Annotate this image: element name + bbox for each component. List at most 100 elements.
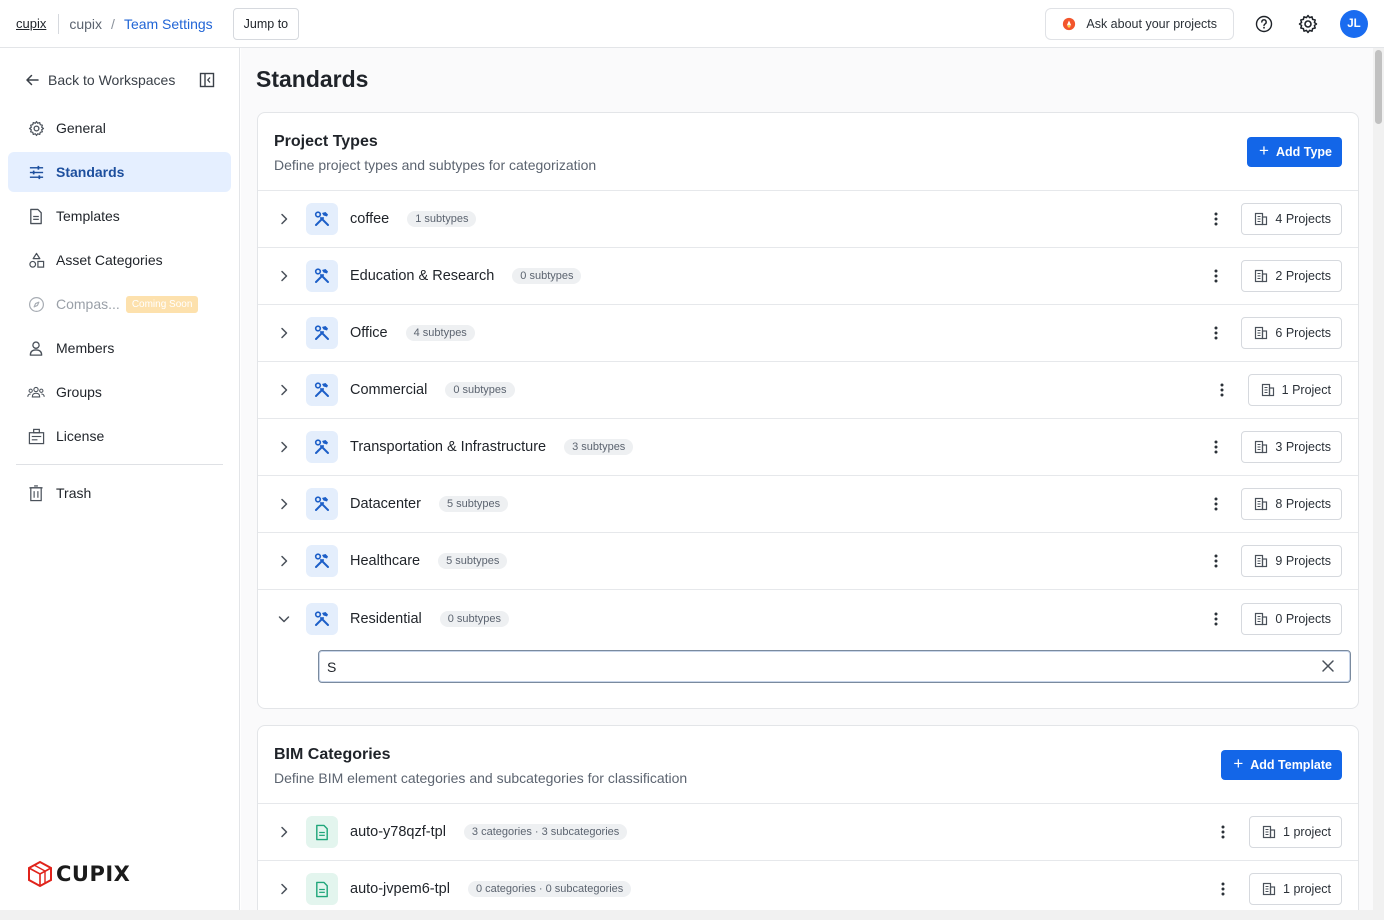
breadcrumb-current: Team Settings	[123, 15, 213, 32]
chevron-right-icon[interactable]	[276, 211, 292, 227]
more-options-icon[interactable]	[1214, 382, 1230, 398]
sidebar-item-asset-categories[interactable]: Asset Categories	[8, 240, 231, 280]
projects-count-button[interactable]: 8 Projects	[1241, 488, 1342, 520]
project-type-list: coffee 1 subtypes 4 Projects Education & Re…	[258, 191, 1358, 647]
project-type-row[interactable]: Office 4 subtypes 6 Projects	[258, 305, 1358, 362]
breadcrumb-team[interactable]: cupix	[69, 16, 102, 32]
type-name-text: Office	[350, 325, 388, 341]
projects-count-button[interactable]: 9 Projects	[1241, 545, 1342, 577]
chevron-right-icon[interactable]	[276, 496, 292, 512]
subtype-count-badge: 3 subtypes	[564, 439, 634, 455]
projects-count-button[interactable]: 2 Projects	[1241, 260, 1342, 292]
project-type-row[interactable]: Commercial 0 subtypes 1 Project	[258, 362, 1358, 419]
vertical-scrollbar[interactable]	[1373, 48, 1384, 910]
sidebar-item-label: License	[56, 428, 105, 444]
tools-icon	[306, 317, 338, 349]
cupix-logo-mark	[28, 860, 52, 888]
sidebar-item-license[interactable]: License	[8, 416, 231, 456]
help-icon[interactable]	[1252, 12, 1276, 36]
more-options-icon[interactable]	[1208, 611, 1224, 627]
sidebar-item-members[interactable]: Members	[8, 328, 231, 368]
bim-template-row[interactable]: auto-y78qzf-tpl 3 categories · 3 subcateg…	[258, 804, 1358, 861]
project-type-name: Commercial 0 subtypes	[350, 382, 515, 398]
project-type-row[interactable]: Transportation & Infrastructure 3 subtype…	[258, 419, 1358, 476]
bim-categories-card: BIM Categories Define BIM element catego…	[257, 725, 1359, 910]
chevron-right-icon[interactable]	[276, 268, 292, 284]
project-type-row[interactable]: Datacenter 5 subtypes 8 Projects	[258, 476, 1358, 533]
plus-icon: +	[1233, 754, 1244, 773]
back-to-workspaces-link[interactable]: Back to Workspaces	[24, 70, 224, 90]
tools-icon	[306, 374, 338, 406]
user-avatar[interactable]: JL	[1340, 10, 1368, 38]
gear-icon	[27, 119, 45, 137]
sidebar-item-groups[interactable]: Groups	[8, 372, 231, 412]
sidebar-item-general[interactable]: General	[8, 108, 231, 148]
projects-count-button[interactable]: 1 project	[1249, 816, 1342, 848]
settings-gear-icon[interactable]	[1296, 12, 1320, 36]
close-icon[interactable]	[1321, 659, 1335, 673]
projects-count-button[interactable]: 6 Projects	[1241, 317, 1342, 349]
chevron-down-icon[interactable]	[276, 611, 292, 627]
more-options-icon[interactable]	[1208, 211, 1224, 227]
collapse-sidebar-icon[interactable]	[199, 72, 215, 88]
project-type-row[interactable]: Healthcare 5 subtypes 9 Projects	[258, 533, 1358, 590]
divider	[58, 13, 60, 34]
cupix-logo: CUPIX	[26, 860, 130, 888]
tools-icon	[306, 431, 338, 463]
more-options-icon[interactable]	[1208, 553, 1224, 569]
scrollbar-thumb[interactable]	[1375, 50, 1382, 124]
project-type-row[interactable]: Education & Research 0 subtypes 2 Projects	[258, 248, 1358, 305]
project-type-row[interactable]: Residential 0 subtypes 0 Projects	[258, 590, 1358, 647]
chevron-right-icon[interactable]	[276, 824, 292, 840]
projects-count-label: 0 Projects	[1275, 611, 1331, 626]
projects-count-button[interactable]: 3 Projects	[1241, 431, 1342, 463]
add-type-button[interactable]: + Add Type	[1247, 137, 1342, 167]
project-type-row[interactable]: coffee 1 subtypes 4 Projects	[258, 191, 1358, 248]
compass-icon	[27, 295, 45, 313]
projects-count-label: 9 Projects	[1275, 554, 1331, 568]
document-icon	[27, 207, 45, 225]
add-template-button[interactable]: + Add Template	[1221, 750, 1342, 780]
projects-count-button[interactable]: 4 Projects	[1241, 203, 1342, 235]
horizontal-scrollbar[interactable]	[0, 910, 1384, 920]
sidebar-item-templates[interactable]: Templates	[8, 196, 231, 236]
chevron-right-icon[interactable]	[276, 881, 292, 897]
projects-count-button[interactable]: 1 Project	[1247, 374, 1342, 406]
add-type-label: Add Type	[1275, 145, 1332, 159]
ask-ai-button[interactable]: Ask about your projects	[1045, 8, 1234, 40]
bim-template-row[interactable]: auto-jvpem6-tpl 0 categories · 0 subcateg…	[258, 861, 1358, 910]
section-description: Define BIM element categories and subcat…	[274, 770, 688, 786]
more-options-icon[interactable]	[1208, 325, 1224, 341]
coming-soon-badge: Coming Soon	[125, 295, 199, 313]
chevron-right-icon[interactable]	[276, 382, 292, 398]
projects-count-button[interactable]: 1 project	[1249, 873, 1342, 905]
type-name-text: Education & Research	[350, 268, 495, 284]
type-name-text: Healthcare	[350, 553, 421, 569]
building-icon	[1254, 497, 1268, 511]
more-options-icon[interactable]	[1208, 496, 1224, 512]
chevron-right-icon[interactable]	[276, 553, 292, 569]
building-icon	[1254, 269, 1268, 283]
more-options-icon[interactable]	[1215, 824, 1231, 840]
brand-link[interactable]: cupix	[16, 16, 46, 31]
more-options-icon[interactable]	[1208, 439, 1224, 455]
sidebar-item-label: General	[56, 120, 106, 136]
top-bar: cupix cupix / Team Settings Jump to Ask …	[0, 0, 1384, 48]
jump-to-button[interactable]: Jump to	[232, 7, 300, 40]
sidebar-item-label: Asset Categories	[56, 252, 163, 268]
subtype-count-badge: 5 subtypes	[438, 496, 509, 512]
sidebar-item-trash[interactable]: Trash	[8, 473, 231, 513]
more-options-icon[interactable]	[1208, 268, 1224, 284]
chevron-right-icon[interactable]	[276, 325, 292, 341]
projects-count-button[interactable]: 0 Projects	[1241, 602, 1342, 635]
category-count-badge: 0 categories · 0 subcategories	[467, 881, 632, 897]
building-icon	[1254, 212, 1268, 226]
new-subtype-input[interactable]	[318, 650, 1351, 683]
tools-icon	[306, 602, 338, 635]
sidebar-item-standards[interactable]: Standards	[8, 152, 231, 192]
logo-text: CUPIX	[56, 862, 131, 886]
chevron-right-icon[interactable]	[276, 439, 292, 455]
breadcrumb-separator: /	[111, 15, 115, 32]
project-type-name: Office 4 subtypes	[350, 325, 475, 341]
more-options-icon[interactable]	[1215, 881, 1231, 897]
